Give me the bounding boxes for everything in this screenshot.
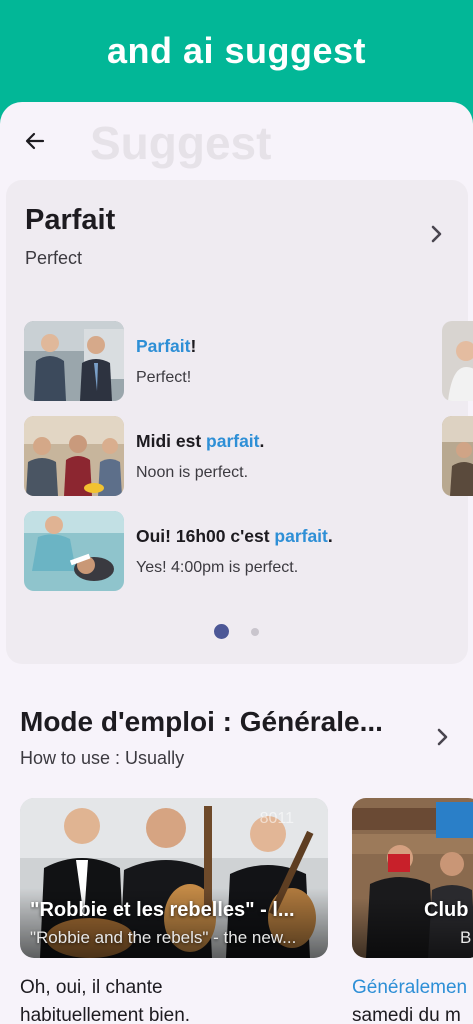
video-caption: Généralemen samedi du m (352, 977, 468, 1024)
next-page-thumbnail (442, 416, 473, 496)
example-item[interactable]: Parfait! Perfect! (24, 321, 444, 403)
top-bar: Suggest (0, 102, 473, 178)
arrow-left-icon (25, 132, 45, 150)
promo-banner: and ai suggest (0, 0, 473, 110)
example-english: Noon is perfect. (136, 464, 249, 481)
page-title: Suggest (90, 117, 272, 169)
example-french: Midi est parfait. (136, 431, 265, 451)
view-count: 8011 (259, 810, 294, 827)
back-button[interactable] (18, 124, 52, 158)
page-dot-active[interactable] (214, 624, 229, 639)
example-thumbnail (24, 321, 124, 401)
example-english: Yes! 4:00pm is perfect. (136, 559, 299, 576)
video-title: "Robbie et les rebelles" - l... (30, 899, 295, 921)
banner-text: and ai suggest (106, 30, 367, 71)
highlighted-word: parfait (206, 431, 260, 451)
highlighted-word: parfait (274, 526, 328, 546)
example-english: Perfect! (136, 369, 192, 386)
page-dot[interactable] (251, 627, 259, 636)
video-caption: Oh, oui, il chante habituellement bien. (20, 977, 191, 1024)
word-translation: Perfect (25, 248, 83, 268)
section-title: Mode d'emploi : Générale... (20, 706, 383, 737)
video-card[interactable]: Club B (352, 798, 473, 958)
example-item[interactable]: Oui! 16h00 c'est parfait. Yes! 4:00pm is… (24, 511, 444, 593)
section-subtitle: How to use : Usually (20, 748, 185, 768)
word-title: Parfait (25, 204, 116, 236)
highlighted-word: Parfait (136, 336, 191, 356)
app-sheet: Suggest Parfait Perfect Parfait! Perfect… (0, 102, 473, 1024)
chevron-right-icon[interactable] (424, 222, 448, 246)
word-card[interactable]: Parfait Perfect Parfait! Perfect! Midi e… (6, 180, 473, 664)
example-french: Oui! 16h00 c'est parfait. (136, 526, 333, 546)
example-thumbnail (24, 511, 124, 591)
example-item[interactable]: Midi est parfait. Noon is perfect. (24, 416, 444, 498)
video-subtitle: B (460, 928, 472, 947)
video-card[interactable]: 8011 "Robbie et les rebelles" - l... "Ro… (20, 798, 328, 958)
next-page-thumbnail (442, 321, 473, 401)
video-subtitle: "Robbie and the rebels" - the new... (30, 928, 297, 947)
page-indicator (214, 624, 259, 639)
chevron-right-icon[interactable] (430, 725, 454, 749)
example-french: Parfait! (136, 336, 197, 356)
video-title: Club (424, 899, 469, 921)
example-thumbnail (24, 416, 124, 496)
